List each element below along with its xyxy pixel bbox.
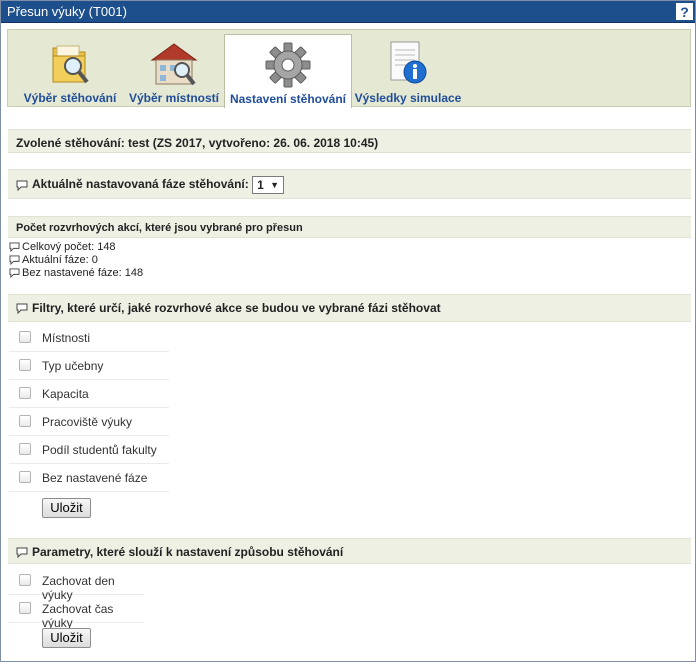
counts-title: Počet rozvrhových akcí, které jsou vybra… [16,222,303,234]
save-params-button[interactable]: Uložit [42,628,91,648]
phase-bar: Aktuálně nastavovaná fáze stěhování: 1 ▼ [8,169,691,199]
filter-checkbox-mistnosti[interactable] [19,331,31,343]
count-phase: Aktuální fáze: 0 [9,254,98,266]
filter-row: Typ učebny [9,352,169,380]
tab-vyber-stehovani[interactable]: Výběr stěhování [16,34,124,108]
filter-checkbox-podil-studentu[interactable] [19,443,31,455]
tab-label: Nastavení stěhování [229,92,347,106]
count-unset: Bez nastavené fáze: 148 [9,267,143,279]
filter-label: Bez nastavené fáze [42,471,148,485]
filter-label: Pracoviště výuky [42,415,133,429]
phase-select-value: 1 [257,178,264,192]
gear-icon [265,42,311,88]
filter-row: Kapacita [9,380,169,408]
filter-checkbox-kapacita[interactable] [19,387,31,399]
filter-label: Místnosti [42,331,91,345]
comment-icon [16,180,28,191]
phase-label: Aktuálně nastavovaná fáze stěhování: [32,177,249,192]
count-total-text: Celkový počet: 148 [22,241,116,253]
param-row: Zachovat čas výuky [9,595,144,630]
folder-search-icon [52,45,89,84]
param-row: Zachovat den výuky [9,567,144,602]
filter-checkbox-bez-faze[interactable] [19,471,31,483]
comment-icon [9,268,20,279]
tab-label: Výběr stěhování [23,91,117,105]
document-info-icon [390,41,427,84]
param-checkbox-cas[interactable] [19,602,31,614]
params-bar: Parametry, které slouží k nastavení způs… [8,538,691,564]
tab-label: Výběr místností [128,91,220,105]
filters-title: Filtry, které určí, jaké rozvrhové akce … [32,301,441,315]
comment-icon [16,303,28,315]
comment-icon [16,547,28,559]
counts-bar: Počet rozvrhových akcí, které jsou vybra… [8,216,691,238]
filter-label: Typ učebny [42,359,104,373]
app-window: Přesun výuky (T001) ? Výběr stěhování Vý… [0,0,696,662]
help-button[interactable]: ? [676,3,693,20]
phase-select[interactable]: 1 ▼ [252,176,285,194]
filter-row: Podíl studentů fakulty [9,436,169,464]
filter-row: Bez nastavené fáze [9,464,169,492]
tab-vyber-mistnosti[interactable]: Výběr místností [124,34,224,108]
window-title: Přesun výuky (T001) [7,4,127,19]
tab-label: Výsledky simulace [354,91,462,105]
filter-row: Místnosti [9,324,169,352]
building-search-icon [150,43,198,86]
tab-bar: Výběr stěhování Výběr místností Nastaven… [7,29,691,108]
title-bar: Přesun výuky (T001) ? [1,1,695,23]
params-title: Parametry, které slouží k nastavení způs… [32,545,344,559]
count-total: Celkový počet: 148 [9,241,116,253]
filter-checkbox-pracoviste[interactable] [19,415,31,427]
comment-icon [9,255,20,266]
param-checkbox-den[interactable] [19,574,31,586]
filter-checkbox-typ-ucebny[interactable] [19,359,31,371]
save-filters-button[interactable]: Uložit [42,498,91,518]
comment-icon [9,242,20,253]
count-phase-text: Aktuální fáze: 0 [22,254,98,266]
tab-vysledky-simulace[interactable]: Výsledky simulace [352,34,464,108]
filter-label: Kapacita [42,387,89,401]
count-unset-text: Bez nastavené fáze: 148 [22,267,144,279]
filter-row: Pracoviště výuky [9,408,169,436]
selected-move-bar: Zvolené stěhování: test (ZS 2017, vytvoř… [8,129,691,153]
param-label: Zachovat čas výuky [42,602,114,630]
filters-bar: Filtry, které určí, jaké rozvrhové akce … [8,294,691,322]
tab-nastaveni-stehovani[interactable]: Nastavení stěhování [224,34,352,108]
chevron-down-icon: ▼ [270,180,280,190]
selected-move-text: Zvolené stěhování: test (ZS 2017, vytvoř… [16,136,379,150]
filter-label: Podíl studentů fakulty [42,443,157,457]
